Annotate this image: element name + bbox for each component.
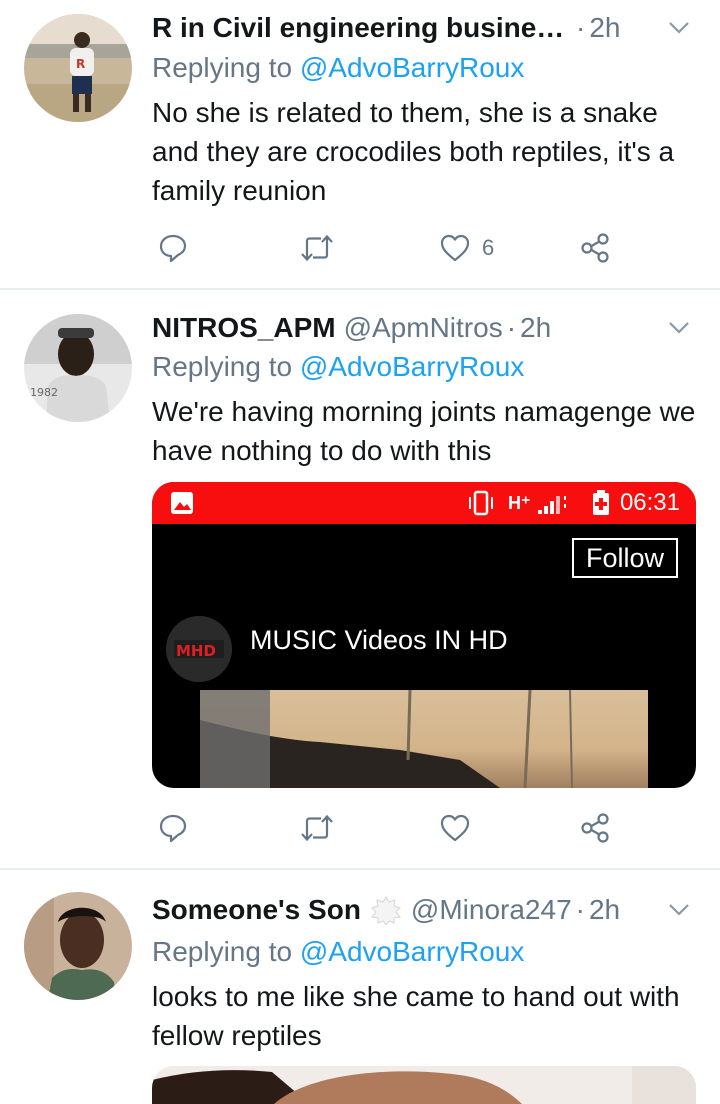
mention-link[interactable]: @AdvoBarryRoux <box>300 936 525 967</box>
shirt-print: 1982 <box>30 386 58 399</box>
media-card[interactable] <box>152 1066 696 1104</box>
like-button[interactable] <box>440 808 470 848</box>
chevron-down-icon[interactable] <box>668 20 690 36</box>
logo-text: MHD <box>176 642 216 660</box>
reply-icon <box>159 814 187 843</box>
like-icon <box>440 234 470 262</box>
tweet-text: We're having morning joints namagenge we… <box>152 396 696 466</box>
status-time: 06:31 <box>619 489 680 516</box>
like-button[interactable]: 6 <box>440 228 494 268</box>
vibrate-icon <box>469 490 493 516</box>
avatar[interactable]: R <box>24 14 132 122</box>
tweet-card[interactable]: R R in Civil engineering business ... · … <box>0 0 720 288</box>
tweet-text: looks to me like she came to hand out wi… <box>152 981 680 1051</box>
video-thumbnail[interactable] <box>200 690 648 788</box>
tweet-actions <box>152 808 632 848</box>
user-handle[interactable]: @ApmNitros <box>344 308 503 348</box>
retweet-button[interactable] <box>300 228 334 268</box>
media-card[interactable]: H⁺ 06:31 Follow MHD MUSIC Videos IN HD <box>152 482 696 788</box>
replying-label: Replying to <box>152 351 293 382</box>
tweet-header: R in Civil engineering business ... · 2h <box>152 8 696 48</box>
like-icon <box>440 814 470 842</box>
phone-status-bar: H⁺ 06:31 <box>152 482 696 524</box>
tweet-header: Someone's Son @Minora247 · 2h <box>152 890 696 930</box>
tweet-actions: 6 <box>152 228 632 268</box>
chevron-down-icon[interactable] <box>668 902 690 918</box>
replying-label: Replying to <box>152 936 293 967</box>
share-icon <box>581 813 609 843</box>
share-button[interactable] <box>580 808 610 848</box>
like-count: 6 <box>482 235 495 260</box>
separator: · <box>506 312 517 343</box>
avatar[interactable]: 1982 <box>24 314 132 422</box>
channel-logo: MHD <box>166 616 232 682</box>
chevron-down-icon[interactable] <box>668 320 690 336</box>
replying-label: Replying to <box>152 52 293 83</box>
follow-button[interactable]: Follow <box>572 538 678 578</box>
tweet-card[interactable]: 1982 NITROS_APM @ApmNitros · 2h Replying… <box>0 290 720 868</box>
reply-button[interactable] <box>158 808 188 848</box>
verified-badge-icon <box>370 896 401 925</box>
timestamp[interactable]: 2h <box>589 8 620 48</box>
timestamp[interactable]: 2h <box>589 890 620 930</box>
avatar[interactable] <box>24 892 132 1000</box>
shirt-print: R <box>76 57 85 71</box>
replying-to: Replying to @AdvoBarryRoux <box>152 48 524 88</box>
display-name[interactable]: Someone's Son <box>152 890 361 930</box>
user-handle[interactable]: @Minora247 <box>411 890 572 930</box>
tweet-card[interactable]: Someone's Son @Minora247 · 2h Replying t… <box>0 870 720 1104</box>
display-name[interactable]: NITROS_APM <box>152 308 336 348</box>
network-indicator: H⁺ <box>508 493 531 513</box>
replying-to: Replying to @AdvoBarryRoux <box>152 932 524 972</box>
battery-icon <box>593 490 609 515</box>
tweet-header: NITROS_APM @ApmNitros · 2h <box>152 308 696 348</box>
share-button[interactable] <box>580 228 610 268</box>
channel-name: MUSIC Videos IN HD <box>250 625 508 655</box>
share-icon <box>581 233 609 263</box>
signal-icon <box>538 496 566 514</box>
mention-link[interactable]: @AdvoBarryRoux <box>300 52 525 83</box>
tweet-text: No she is related to them, she is a snak… <box>152 97 675 206</box>
retweet-button[interactable] <box>300 808 334 848</box>
reply-icon <box>159 234 187 263</box>
display-name[interactable]: R in Civil engineering business ... <box>152 8 572 48</box>
separator: · <box>576 12 586 43</box>
reply-button[interactable] <box>158 228 188 268</box>
timestamp[interactable]: 2h <box>520 308 551 348</box>
retweet-icon <box>301 814 333 842</box>
separator: · <box>575 894 585 925</box>
replying-to: Replying to @AdvoBarryRoux <box>152 347 524 387</box>
gallery-icon <box>171 492 193 514</box>
mention-link[interactable]: @AdvoBarryRoux <box>300 351 525 382</box>
retweet-icon <box>301 234 333 262</box>
